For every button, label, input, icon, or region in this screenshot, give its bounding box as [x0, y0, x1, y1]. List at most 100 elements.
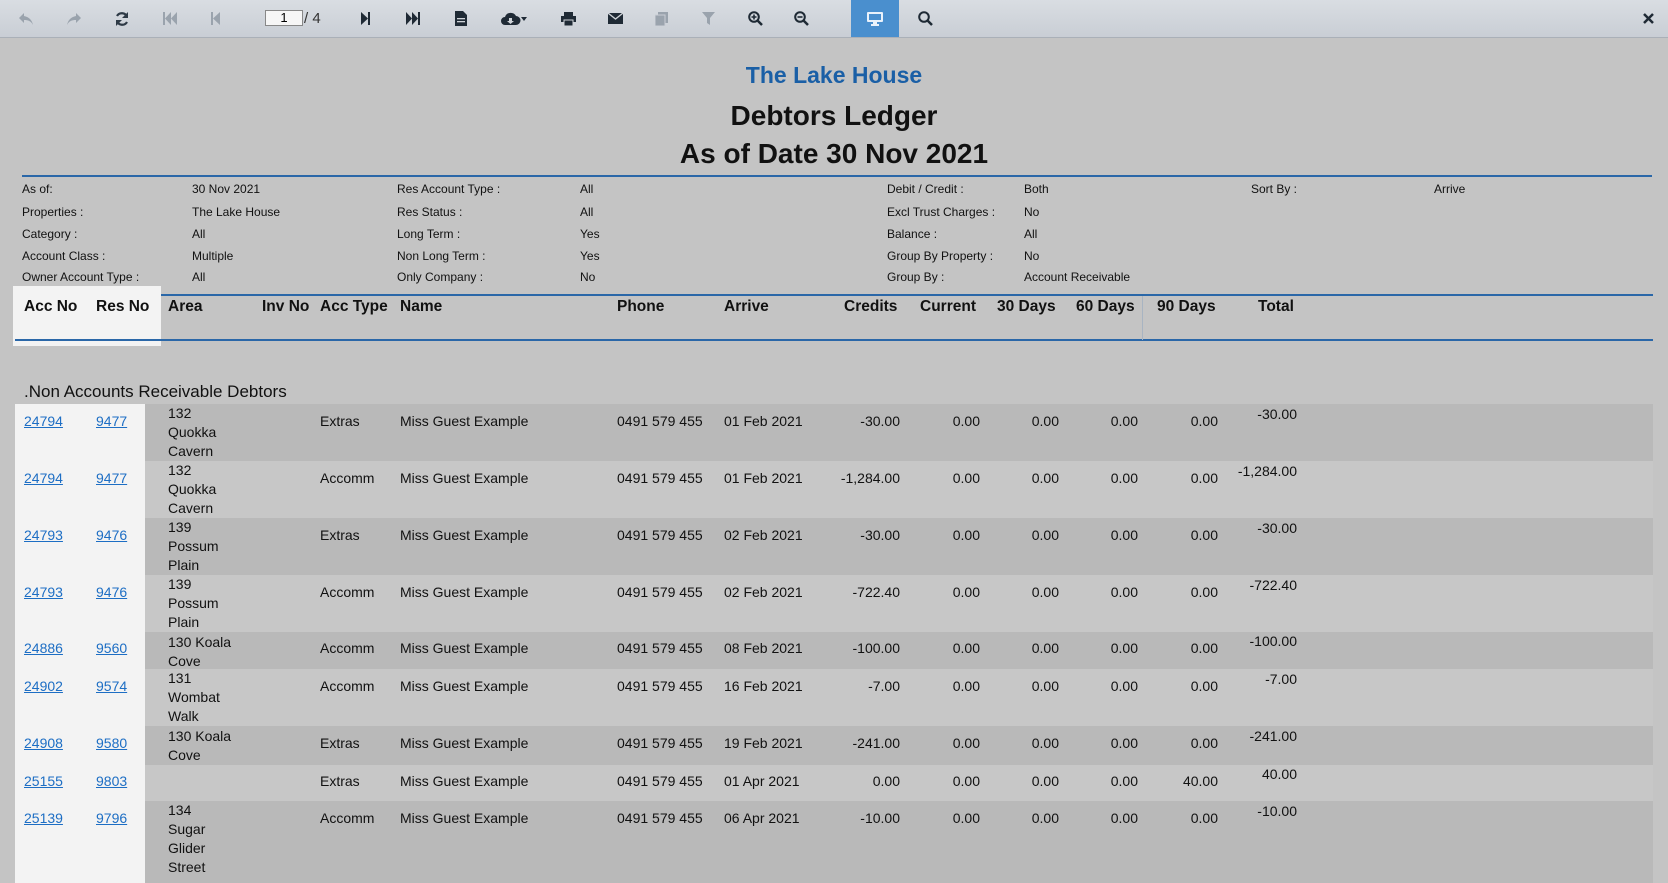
total-cell: -100.00 [1249, 633, 1297, 649]
column-header: 90 Days [1157, 298, 1216, 315]
param-value: All [192, 227, 206, 241]
first-page-icon [163, 12, 177, 25]
column-header: Total [1258, 298, 1294, 315]
current-cell: 0.00 [952, 773, 980, 789]
area-cell: 130 Koala Cove [168, 633, 238, 671]
credits-cell: -10.00 [860, 810, 900, 826]
area-line: Plain [168, 557, 200, 573]
res-no-link[interactable]: 9803 [96, 773, 127, 789]
param-value: No [1024, 249, 1040, 263]
res-no-link[interactable]: 9476 [96, 527, 127, 543]
report-subtitle: As of Date 30 Nov 2021 [679, 138, 989, 169]
acc-no-link[interactable]: 24902 [24, 678, 63, 694]
column-header: 30 Days [997, 298, 1056, 315]
phone-cell: 0491 579 455 [617, 735, 703, 751]
undo-icon [18, 12, 34, 26]
acc-no-link[interactable]: 24793 [24, 527, 63, 543]
redo-icon [66, 12, 82, 26]
name-cell: Miss Guest Example [400, 470, 529, 486]
acc-no-link[interactable]: 25155 [24, 773, 63, 789]
d90-cell: 0.00 [1190, 640, 1218, 656]
area-line: Cavern [168, 443, 214, 459]
d90-cell: 0.00 [1190, 678, 1218, 694]
res-no-link[interactable]: 9574 [96, 678, 127, 694]
page-number-input[interactable] [265, 10, 303, 26]
table-row: 24886 9560 130 Koala Cove Accomm Miss Guest E… [15, 632, 1653, 669]
res-no-link[interactable]: 9796 [96, 810, 127, 826]
param-value: The Lake House [192, 205, 281, 219]
phone-cell: 0491 579 455 [617, 810, 703, 826]
last-page-button[interactable] [389, 0, 437, 37]
area-line: Cavern [168, 500, 214, 516]
display-icon [867, 11, 883, 26]
previous-page-button[interactable] [192, 0, 240, 37]
display-mode-button[interactable] [851, 0, 899, 37]
area-line: Possum [168, 595, 219, 611]
total-cell: -30.00 [1257, 406, 1297, 422]
next-page-button[interactable] [341, 0, 389, 37]
print-button[interactable] [544, 0, 592, 37]
column-header: Acc Type [320, 298, 388, 315]
acc-type-cell: Extras [320, 527, 360, 543]
phone-cell: 0491 579 455 [617, 584, 703, 600]
current-cell: 0.00 [952, 735, 980, 751]
acc-no-link[interactable]: 25139 [24, 810, 63, 826]
export-button[interactable] [488, 0, 540, 37]
d60-cell: 0.00 [1110, 413, 1138, 429]
area-cell: 139 Possum Plain [168, 575, 238, 632]
name-cell: Miss Guest Example [400, 773, 529, 789]
res-no-link[interactable]: 9476 [96, 584, 127, 600]
d90-cell: 0.00 [1190, 735, 1218, 751]
document-icon [455, 11, 467, 26]
refresh-button[interactable] [98, 0, 146, 37]
close-button[interactable] [1630, 0, 1666, 37]
copy-button[interactable] [637, 0, 685, 37]
zoom-out-button[interactable] [777, 0, 825, 37]
redo-button[interactable] [50, 0, 98, 37]
search-button[interactable] [901, 0, 949, 37]
current-cell: 0.00 [952, 810, 980, 826]
name-cell: Miss Guest Example [400, 584, 529, 600]
area-cell: 130 Koala Cove [168, 727, 238, 765]
acc-type-cell: Accomm [320, 470, 375, 486]
param-label: Group By Property : [887, 249, 994, 263]
res-no-link[interactable]: 9560 [96, 640, 127, 656]
arrive-cell: 06 Apr 2021 [724, 810, 800, 826]
download-icon [501, 12, 527, 26]
column-header: Acc No [24, 298, 78, 315]
document-button[interactable] [437, 0, 485, 37]
acc-no-link[interactable]: 24794 [24, 470, 63, 486]
page-total: / 4 [304, 10, 321, 27]
prev-page-icon [211, 12, 221, 25]
total-cell: 40.00 [1261, 766, 1297, 782]
param-value: Arrive [1434, 182, 1466, 196]
d60-cell: 0.00 [1110, 470, 1138, 486]
area-cell: 131 Wombat Walk [168, 669, 238, 726]
param-label: Non Long Term : [397, 249, 486, 263]
table-row: 24794 9477 132 Quokka Cavern Extras Miss Guest… [15, 404, 1653, 461]
zoom-out-icon [793, 11, 809, 26]
acc-no-link[interactable]: 24793 [24, 584, 63, 600]
area-line: Sugar [168, 821, 206, 837]
zoom-in-button[interactable] [731, 0, 779, 37]
total-cell: -1,284.00 [1237, 463, 1297, 479]
email-button[interactable] [591, 0, 639, 37]
area-line: 132 [168, 405, 192, 421]
column-header: Inv No [262, 298, 310, 315]
res-no-link[interactable]: 9580 [96, 735, 127, 751]
current-cell: 0.00 [952, 470, 980, 486]
first-page-button[interactable] [146, 0, 194, 37]
param-label: Only Company : [397, 270, 484, 284]
column-header: Current [920, 298, 976, 315]
acc-type-cell: Extras [320, 735, 360, 751]
acc-no-link[interactable]: 24908 [24, 735, 63, 751]
res-no-link[interactable]: 9477 [96, 413, 127, 429]
acc-no-link[interactable]: 24794 [24, 413, 63, 429]
param-value: No [1024, 205, 1040, 219]
param-value: Yes [580, 227, 600, 241]
undo-button[interactable] [2, 0, 50, 37]
acc-no-link[interactable]: 24886 [24, 640, 63, 656]
group-title: .Non Accounts Receivable Debtors [24, 382, 287, 401]
res-no-link[interactable]: 9477 [96, 470, 127, 486]
filter-button[interactable] [684, 0, 732, 37]
